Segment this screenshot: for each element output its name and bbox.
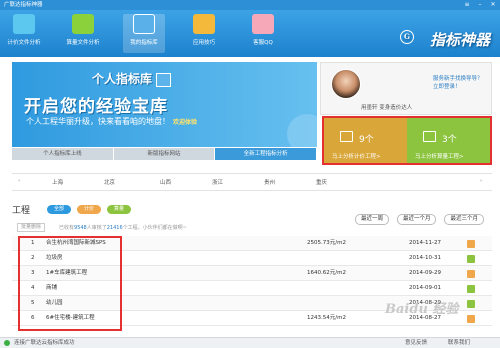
region-item[interactable]: 北京 xyxy=(104,178,115,186)
avatar[interactable] xyxy=(331,69,361,99)
document-icon xyxy=(13,14,35,34)
banner-line3: 个人工程华丽升级，快来看看咱的地盘！ xyxy=(26,117,170,126)
banner-tab-3[interactable]: 全新工程指标分析 xyxy=(215,148,318,160)
banner-title: 开启您的经验宝库 xyxy=(24,97,168,117)
region-item[interactable]: 浙江 xyxy=(212,178,223,186)
app-logo: G 指标神器 xyxy=(400,22,490,58)
pricing-link[interactable]: 马上分析计价工程> xyxy=(332,152,381,160)
nav-quantity-analysis[interactable]: 算量文件分析 xyxy=(62,14,104,53)
filter-all[interactable]: 全部 xyxy=(47,205,72,214)
banner-tab-2[interactable]: 新版指标网站 xyxy=(113,148,216,160)
logo-text: 指标神器 xyxy=(429,31,490,49)
banner-line1: 个人指标库 xyxy=(92,72,153,86)
banner-tabs: 个人指标库上线 新版指标网站 全新工程指标分析 xyxy=(12,148,318,160)
row-price: 1640.62元/m2 xyxy=(307,270,346,276)
chevron-left-icon[interactable]: ‹ xyxy=(18,178,20,184)
window-controls: ≡ – ✕ xyxy=(463,0,497,10)
nav-label: 应用技巧 xyxy=(192,40,215,46)
region-item[interactable]: 上海 xyxy=(52,178,63,186)
hint-count-users: 9548 xyxy=(74,225,87,231)
user-icon xyxy=(156,72,172,87)
hint-count-projects: 21416 xyxy=(106,225,123,231)
chevron-right-icon[interactable]: › xyxy=(480,178,482,184)
filter-pricing[interactable]: 计价 xyxy=(77,205,102,214)
period-filters: 最近一周 最近一个月 最近三个月 xyxy=(354,214,484,225)
nav-pricing-analysis[interactable]: 计价文件分析 xyxy=(3,14,45,53)
question-icon xyxy=(193,14,215,34)
ruler-icon xyxy=(423,131,436,142)
settings-icon[interactable]: ≡ xyxy=(463,0,471,10)
title-bar: 广联达指标神器 ≡ – ✕ xyxy=(0,0,500,10)
promo-banner[interactable]: 个人指标库 开启您的经验宝库 个人工程华丽升级，快来看看咱的地盘！ 欢迎体验 xyxy=(12,62,317,147)
region-item[interactable]: 重庆 xyxy=(316,178,327,186)
highlight-box xyxy=(18,236,122,331)
profile-panel: 用墨轩 变身造价达人 服务新手找换导导？立即登录！ xyxy=(320,62,492,115)
stats-panel: 9个 马上分析计价工程> 3个 马上分析算量工程> xyxy=(322,116,492,165)
pricing-file-icon[interactable] xyxy=(467,315,475,323)
quantity-count: 3个 xyxy=(442,135,457,145)
filter-quantity[interactable]: 算量 xyxy=(107,205,132,214)
nav-tips[interactable]: 应用技巧 xyxy=(183,14,225,53)
quantity-stat[interactable]: 3个 马上分析算量工程> xyxy=(407,118,490,163)
period-month-button[interactable]: 最近一个月 xyxy=(396,214,437,225)
feedback-link[interactable]: 意见反馈 xyxy=(405,338,427,348)
row-date: 2014-10-31 xyxy=(409,255,441,261)
connection-status-icon xyxy=(4,340,10,346)
login-link[interactable]: 服务新手找换导导？立即登录！ xyxy=(433,75,485,91)
status-bar: 连接广联达云指标库成功 意见反馈 联系我们 xyxy=(0,337,500,348)
region-item[interactable]: 山西 xyxy=(160,178,171,186)
main-toolbar: 计价文件分析 算量文件分析 我的指标库 应用技巧 客服QQ G 指标神器 xyxy=(0,10,500,57)
ruler-icon xyxy=(72,14,94,34)
profile-nickname: 用墨轩 变身造价达人 xyxy=(361,105,413,111)
row-price: 2505.73元/m2 xyxy=(307,240,346,246)
pricing-count: 9个 xyxy=(359,135,374,145)
quantity-file-icon[interactable] xyxy=(467,255,475,263)
contact-link[interactable]: 联系我们 xyxy=(448,338,470,348)
hint-suffix: 个工程，小伙伴们都在做啊~ xyxy=(122,225,187,231)
hint-mid: 人审核了 xyxy=(86,225,107,231)
nav-support-qq[interactable]: 客服QQ xyxy=(242,14,284,53)
logo-badge: G xyxy=(400,30,414,44)
user-icon xyxy=(133,14,155,34)
nav-label: 算量文件分析 xyxy=(66,40,100,46)
banner-cta[interactable]: 欢迎体验 xyxy=(173,119,197,126)
row-date: 2014-09-29 xyxy=(409,270,441,276)
period-quarter-button[interactable]: 最近三个月 xyxy=(444,214,484,225)
nav-label: 客服QQ xyxy=(253,40,273,46)
hint-prefix: 已收有 xyxy=(59,225,75,231)
section-title: 工程 xyxy=(12,206,31,216)
nav-my-index-library[interactable]: 我的指标库 xyxy=(123,14,165,53)
watermark: Baidu 经验 xyxy=(385,302,459,317)
banner-tab-1[interactable]: 个人指标库上线 xyxy=(12,148,114,160)
banner-headline: 个人指标库 xyxy=(92,70,172,87)
region-item[interactable]: 贵州 xyxy=(264,178,275,186)
pricing-file-icon[interactable] xyxy=(467,240,475,248)
pricing-stat[interactable]: 9个 马上分析计价工程> xyxy=(324,118,407,163)
banner-decoration xyxy=(287,114,317,147)
hint-text: 已收有9548人审核了21416个工程，小伙伴们都在做啊~ xyxy=(59,224,187,231)
qq-icon xyxy=(252,14,274,34)
banner-subtitle: 个人工程华丽升级，快来看看咱的地盘！ 欢迎体验 xyxy=(26,116,197,127)
batch-delete-button[interactable]: 批量删除 xyxy=(17,223,46,232)
calculator-icon xyxy=(340,131,353,142)
quantity-file-icon[interactable] xyxy=(467,285,475,293)
status-message: 连接广联达云指标库成功 xyxy=(14,340,75,346)
period-week-button[interactable]: 最近一周 xyxy=(354,214,389,225)
minimize-icon[interactable]: – xyxy=(476,0,484,10)
close-icon[interactable]: ✕ xyxy=(489,0,497,10)
row-date: 2014-09-01 xyxy=(409,285,441,291)
region-bar: ‹ 上海 北京 山西 浙江 贵州 重庆 › xyxy=(12,173,492,191)
nav-label: 计价文件分析 xyxy=(7,40,41,46)
quantity-file-icon[interactable] xyxy=(467,300,475,308)
pricing-file-icon[interactable] xyxy=(467,270,475,278)
row-price: 1243.54元/m2 xyxy=(307,315,346,321)
nav-label: 我的指标库 xyxy=(130,40,158,46)
row-date: 2014-11-27 xyxy=(409,240,441,246)
filter-tags: 全部 计价 算量 xyxy=(47,205,132,214)
quantity-link[interactable]: 马上分析算量工程> xyxy=(415,152,464,160)
window-title: 广联达指标神器 xyxy=(4,2,43,8)
list-toolbar: 批量删除 已收有9548人审核了21416个工程，小伙伴们都在做啊~ 最近一周 … xyxy=(12,214,492,233)
